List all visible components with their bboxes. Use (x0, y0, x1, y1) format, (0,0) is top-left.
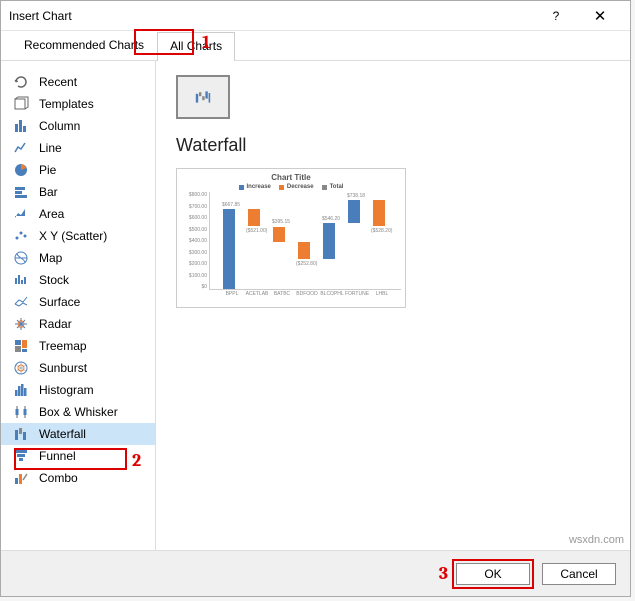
chart-type-sidebar: Recent Templates Column Line Pie Bar Area X Y (… (1, 61, 156, 551)
stock-icon (13, 272, 29, 288)
sidebar-item-label: Radar (39, 317, 72, 331)
combo-icon (13, 470, 29, 486)
sidebar-item-label: Line (39, 141, 62, 155)
sidebar-item-map[interactable]: Map (1, 247, 155, 269)
chart-preview[interactable]: Chart Title Increase Decrease Total $800… (176, 168, 406, 308)
sidebar-item-x-y-scatter-[interactable]: X Y (Scatter) (1, 225, 155, 247)
recent-icon (13, 74, 29, 90)
sidebar-item-label: Area (39, 207, 64, 221)
tab-all-charts[interactable]: All Charts (157, 32, 235, 61)
annotation-label-2: 2 (132, 450, 141, 471)
waterfall-icon (13, 426, 29, 442)
funnel-icon (13, 448, 29, 464)
histogram-icon (13, 382, 29, 398)
map-icon (13, 250, 29, 266)
sidebar-item-bar[interactable]: Bar (1, 181, 155, 203)
annotation-label-3: 3 (439, 563, 448, 584)
plot-area: $667.85BPPL($521.00)ACETLAB$395.15BATBC(… (209, 192, 401, 290)
sidebar-item-label: Combo (39, 471, 78, 485)
y-axis: $800.00$700.00$600.00$500.00$400.00$300.… (181, 192, 209, 290)
main-panel: Waterfall Chart Title Increase Decrease … (156, 61, 630, 551)
sidebar-item-radar[interactable]: Radar (1, 313, 155, 335)
surface-icon (13, 294, 29, 310)
sidebar-item-label: Waterfall (39, 427, 86, 441)
bar-value-label: $738.18 (346, 193, 366, 199)
x-y-scatter--icon (13, 228, 29, 244)
tab-recommended-charts[interactable]: Recommended Charts (11, 31, 157, 60)
sidebar-item-label: Treemap (39, 339, 87, 353)
watermark: wsxdn.com (569, 534, 624, 546)
sidebar-item-surface[interactable]: Surface (1, 291, 155, 313)
sidebar-item-treemap[interactable]: Treemap (1, 335, 155, 357)
sidebar-item-label: Pie (39, 163, 56, 177)
ok-button[interactable]: OK (456, 563, 530, 585)
chart-type-heading: Waterfall (176, 135, 610, 156)
tab-strip: Recommended Charts All Charts 1 (1, 31, 630, 61)
sidebar-item-waterfall[interactable]: Waterfall (1, 423, 155, 445)
radar-icon (13, 316, 29, 332)
bar-icon (13, 184, 29, 200)
bar-value-label: ($528.20) (371, 228, 391, 234)
insert-chart-dialog: Insert Chart ? ✕ Recommended Charts All … (0, 0, 631, 597)
sidebar-item-stock[interactable]: Stock (1, 269, 155, 291)
sidebar-item-label: Funnel (39, 449, 76, 463)
sidebar-item-label: Templates (39, 97, 94, 111)
templates-icon (13, 96, 29, 112)
sidebar-item-line[interactable]: Line (1, 137, 155, 159)
bar-value-label: ($252.80) (296, 261, 316, 267)
dialog-footer: 3 OK Cancel (1, 550, 630, 596)
waterfall-icon (195, 89, 211, 105)
sidebar-item-recent[interactable]: Recent (1, 71, 155, 93)
chart-preview-title: Chart Title (181, 173, 401, 182)
sidebar-item-area[interactable]: Area (1, 203, 155, 225)
annotation-box-3: OK (452, 559, 534, 589)
chart-legend: Increase Decrease Total (181, 184, 401, 190)
dialog-content: Recent Templates Column Line Pie Bar Area X Y (… (1, 61, 630, 551)
sidebar-item-label: Bar (39, 185, 58, 199)
sidebar-item-label: Surface (39, 295, 80, 309)
sidebar-item-pie[interactable]: Pie (1, 159, 155, 181)
legend-increase: Increase (247, 184, 271, 190)
sidebar-item-templates[interactable]: Templates (1, 93, 155, 115)
pie-icon (13, 162, 29, 178)
sidebar-item-label: Stock (39, 273, 69, 287)
line-icon (13, 140, 29, 156)
bar-value-label: $395.15 (271, 219, 291, 225)
column-icon (13, 118, 29, 134)
sidebar-item-label: Box & Whisker (39, 405, 118, 419)
chart-subtype-waterfall[interactable] (176, 75, 230, 119)
sidebar-item-label: Sunburst (39, 361, 87, 375)
area-icon (13, 206, 29, 222)
bar-value-label: ($521.00) (246, 228, 266, 234)
sidebar-item-sunburst[interactable]: Sunburst (1, 357, 155, 379)
sunburst-icon (13, 360, 29, 376)
x-tick-label: LHBL (367, 291, 397, 297)
bar-value-label: $546.20 (321, 216, 341, 222)
close-button[interactable]: ✕ (578, 2, 622, 30)
bar-value-label: $667.85 (221, 202, 241, 208)
sidebar-item-label: Column (39, 119, 80, 133)
annotation-label-1: 1 (202, 32, 210, 53)
cancel-button[interactable]: Cancel (542, 563, 616, 585)
sidebar-item-label: Map (39, 251, 62, 265)
sidebar-item-label: X Y (Scatter) (39, 229, 107, 243)
legend-total: Total (330, 184, 344, 190)
box-whisker-icon (13, 404, 29, 420)
dialog-title: Insert Chart (9, 9, 534, 23)
treemap-icon (13, 338, 29, 354)
titlebar: Insert Chart ? ✕ (1, 1, 630, 31)
help-button[interactable]: ? (534, 2, 578, 30)
legend-decrease: Decrease (287, 184, 314, 190)
sidebar-item-box-whisker[interactable]: Box & Whisker (1, 401, 155, 423)
sidebar-item-histogram[interactable]: Histogram (1, 379, 155, 401)
sidebar-item-label: Recent (39, 75, 77, 89)
sidebar-item-label: Histogram (39, 383, 94, 397)
sidebar-item-column[interactable]: Column (1, 115, 155, 137)
